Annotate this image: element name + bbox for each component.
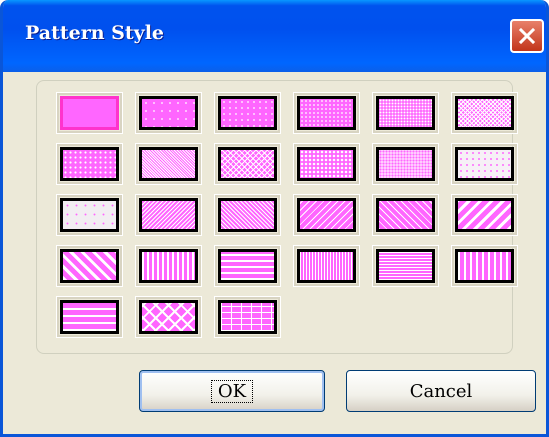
swatch-pattern: [60, 147, 119, 181]
pattern-swatch-vertical-thin[interactable]: [135, 245, 202, 287]
pattern-swatch-diag-cross-fine[interactable]: [214, 143, 281, 185]
pattern-swatch-dots-light[interactable]: [372, 143, 439, 185]
swatch-pattern: [376, 96, 435, 130]
cancel-button-label: Cancel: [409, 380, 473, 402]
swatch-pattern: [376, 249, 435, 283]
pattern-group: [36, 80, 518, 354]
swatch-pattern: [139, 249, 198, 283]
swatch-pattern: [297, 96, 356, 130]
ok-button[interactable]: OK: [139, 370, 325, 412]
pattern-swatch-dots-medium[interactable]: [293, 92, 360, 134]
pattern-swatch-diag-up-thin[interactable]: [214, 194, 281, 236]
cancel-button[interactable]: Cancel: [346, 370, 536, 412]
pattern-swatch-horizontal-thin[interactable]: [214, 245, 281, 287]
swatch-pattern: [139, 147, 198, 181]
swatch-pattern: [60, 300, 119, 334]
swatch-pattern: [455, 198, 514, 232]
pattern-swatch-vertical-dense[interactable]: [293, 245, 360, 287]
swatch-pattern: [455, 147, 514, 181]
swatch-pattern: [139, 198, 198, 232]
swatch-pattern: [60, 198, 119, 232]
pattern-swatch-horizontal-dense[interactable]: [372, 245, 439, 287]
pattern-swatch-vertical-thick[interactable]: [451, 245, 518, 287]
pattern-swatch-dots-sparse-1[interactable]: [135, 92, 202, 134]
pattern-style-dialog: Pattern Style OK Cancel: [0, 0, 549, 437]
swatch-pattern: [60, 96, 119, 130]
swatch-pattern: [218, 249, 277, 283]
swatch-pattern: [455, 96, 514, 130]
close-button[interactable]: [510, 19, 544, 53]
dialog-title: Pattern Style: [25, 22, 165, 44]
swatch-pattern: [218, 147, 277, 181]
close-icon: [518, 27, 536, 45]
swatch-pattern: [139, 300, 198, 334]
pattern-swatch-grid-fine[interactable]: [451, 92, 518, 134]
title-bar[interactable]: Pattern Style: [3, 0, 546, 72]
swatch-pattern: [218, 300, 277, 334]
pattern-swatch-horizontal-thick[interactable]: [56, 296, 123, 338]
pattern-swatch-diag-up-wide[interactable]: [372, 194, 439, 236]
swatch-pattern: [218, 198, 277, 232]
ok-button-label: OK: [210, 379, 254, 403]
pattern-swatch-solid[interactable]: [56, 92, 123, 134]
swatch-pattern: [60, 249, 119, 283]
pattern-swatch-dots-grid-coarse[interactable]: [293, 143, 360, 185]
pattern-swatch-dots-25[interactable]: [56, 143, 123, 185]
swatch-pattern: [376, 147, 435, 181]
pattern-swatch-dots-sparse-2[interactable]: [214, 92, 281, 134]
pattern-swatch-diag-down-wide[interactable]: [293, 194, 360, 236]
pattern-swatch-diag-up-thick[interactable]: [56, 245, 123, 287]
pattern-swatch-dots-lightest[interactable]: [56, 194, 123, 236]
pattern-swatch-bricks[interactable]: [214, 296, 281, 338]
swatch-pattern: [297, 249, 356, 283]
swatch-pattern: [297, 147, 356, 181]
swatch-pattern: [297, 198, 356, 232]
pattern-swatch-diag-cross-thick[interactable]: [135, 296, 202, 338]
swatch-pattern: [218, 96, 277, 130]
pattern-swatch-diag-down-thick[interactable]: [451, 194, 518, 236]
swatch-pattern: [376, 198, 435, 232]
pattern-swatch-dots-dense[interactable]: [372, 92, 439, 134]
swatch-pattern: [455, 249, 514, 283]
pattern-swatch-dots-50[interactable]: [135, 143, 202, 185]
pattern-swatch-dots-very-light[interactable]: [451, 143, 518, 185]
swatch-pattern: [139, 96, 198, 130]
pattern-swatch-diag-down-thin[interactable]: [135, 194, 202, 236]
